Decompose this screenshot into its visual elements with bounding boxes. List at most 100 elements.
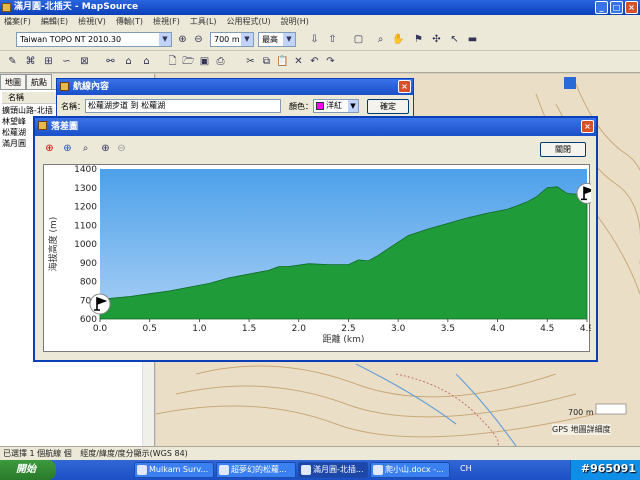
- mapsource-icon: [301, 465, 311, 475]
- toolbar-secondary: ✎ ⌘ ⊞ ∽ ⊠ ⚯ ⌂ ⌂ 🗋 🗁 ▣ ⎙ ✂ ⧉ 📋 ✕ ↶ ↷: [0, 51, 640, 73]
- profile-toolbar: ⊕ ⊕ ⌕ ⊕ ⊖: [41, 140, 141, 158]
- route-dialog-titlebar: 航線內容 ×: [57, 79, 413, 95]
- menu-help[interactable]: 說明(H): [281, 15, 309, 29]
- find-intersection-icon[interactable]: ⊞: [42, 55, 55, 68]
- home-route-icon[interactable]: ⌂: [140, 55, 153, 68]
- find-city-icon[interactable]: ∽: [60, 55, 73, 68]
- find-icon[interactable]: ✎: [6, 55, 19, 68]
- chevron-down-icon[interactable]: ▼: [159, 33, 171, 46]
- open-folder-icon[interactable]: 🗁: [182, 55, 195, 68]
- measure-icon[interactable]: ▬: [466, 33, 479, 46]
- send-to-device-icon[interactable]: ⇧: [326, 33, 339, 46]
- route-icon: [60, 82, 69, 91]
- delete-icon[interactable]: ✕: [292, 55, 305, 68]
- task-button[interactable]: Mulkam Surv...: [134, 462, 214, 478]
- browser-icon: [219, 465, 229, 475]
- zoom-in-icon[interactable]: ⊕: [176, 33, 189, 46]
- tab-waypoints[interactable]: 航點: [26, 74, 52, 89]
- tab-maps[interactable]: 地圖: [0, 74, 26, 89]
- y-tick-label: 1300: [74, 184, 97, 194]
- binoculars-icon[interactable]: ⚯: [104, 55, 117, 68]
- close-button[interactable]: ×: [625, 1, 638, 14]
- task-button[interactable]: 滿月圓-北插...: [298, 462, 368, 478]
- route-name-field[interactable]: 松蘿湖步道 到 松蘿湖: [85, 99, 281, 113]
- chevron-down-icon[interactable]: ▼: [241, 33, 253, 46]
- y-tick-label: 900: [80, 259, 97, 269]
- x-axis-label: 距離 (km): [323, 333, 365, 345]
- menu-utilities[interactable]: 公用程式(U): [227, 15, 271, 29]
- ok-button[interactable]: 確定: [367, 99, 409, 114]
- language-indicator[interactable]: CH: [460, 464, 472, 473]
- menu-transfer[interactable]: 傳輸(T): [116, 15, 143, 29]
- home-icon[interactable]: ⌂: [122, 55, 135, 68]
- x-tick-label: 2.0: [292, 324, 307, 334]
- map-product-select[interactable]: Taiwan TOPO NT 2010.30 ▼: [16, 32, 172, 47]
- hand-icon[interactable]: ✋: [392, 33, 405, 46]
- chevron-down-icon[interactable]: ▼: [283, 33, 295, 46]
- find-place-icon[interactable]: ⊠: [78, 55, 91, 68]
- route-name-value: 松蘿湖步道 到 松蘿湖: [88, 101, 166, 110]
- menu-view[interactable]: 檢視(V): [78, 15, 106, 29]
- x-tick-label: 1.5: [242, 324, 256, 334]
- menu-edit[interactable]: 編輯(E): [41, 15, 68, 29]
- undo-icon[interactable]: ↶: [308, 55, 321, 68]
- close-button[interactable]: 關閉: [540, 142, 586, 157]
- profile-dialog: 落差圖 × ⊕ ⊕ ⌕ ⊕ ⊖ 關閉 600 700 800 900 1000 1100 1…: [33, 116, 598, 362]
- route-dialog-title: 航線內容: [73, 82, 110, 92]
- task-label: 超夢幻的松蘿...: [231, 465, 287, 474]
- start-button[interactable]: 開始: [0, 460, 56, 480]
- task-button[interactable]: 超夢幻的松蘿...: [216, 462, 296, 478]
- map-product-value: Taiwan TOPO NT 2010.30: [20, 35, 122, 44]
- x-tick-label: 0.0: [93, 324, 108, 334]
- detail-select[interactable]: 最高 ▼: [258, 32, 296, 47]
- close-icon[interactable]: ×: [581, 120, 594, 133]
- task-label: Mulkam Surv...: [149, 465, 209, 474]
- status-bar: 已選擇 1 個航線 個 經度/緯度/度分顯示(WGS 84): [0, 446, 640, 460]
- zoom-select[interactable]: 700 m ▼: [210, 32, 254, 47]
- word-icon: [373, 465, 383, 475]
- x-tick-label: 3.5: [441, 324, 455, 334]
- x-tick-label: 4.9: [580, 324, 591, 334]
- y-tick-label: 1200: [74, 203, 97, 213]
- find-address-icon[interactable]: ⌘: [24, 55, 37, 68]
- app-titlebar: 滿月圓-北插天 - MapSource _ □ ×: [0, 0, 640, 15]
- maximize-button[interactable]: □: [610, 1, 623, 14]
- app-icon: [2, 3, 11, 12]
- save-icon[interactable]: ▣: [198, 55, 211, 68]
- minimize-button[interactable]: _: [595, 1, 608, 14]
- crosshair-blue-icon[interactable]: ⊕: [61, 142, 74, 155]
- new-file-icon[interactable]: 🗋: [166, 55, 179, 68]
- app-icon: [137, 465, 147, 475]
- paste-icon[interactable]: 📋: [276, 55, 289, 68]
- zoom-region-icon[interactable]: ⌕: [79, 142, 92, 155]
- zoom-out-icon[interactable]: ⊖: [115, 142, 128, 155]
- select-arrow-icon[interactable]: ↖: [448, 33, 461, 46]
- redo-icon[interactable]: ↷: [324, 55, 337, 68]
- zoom-in-icon[interactable]: ⊕: [99, 142, 112, 155]
- menu-view2[interactable]: 檢視(F): [153, 15, 180, 29]
- y-tick-label: 800: [80, 278, 97, 288]
- select-map-icon[interactable]: ▢: [352, 33, 365, 46]
- menu-file[interactable]: 檔案(F): [4, 15, 31, 29]
- print-icon[interactable]: ⎙: [214, 55, 227, 68]
- route-tool-icon[interactable]: ✣: [430, 33, 443, 46]
- watermark: #965091: [580, 462, 636, 475]
- crosshair-red-icon[interactable]: ⊕: [43, 142, 56, 155]
- cut-icon[interactable]: ✂: [244, 55, 257, 68]
- close-icon[interactable]: ×: [398, 80, 411, 93]
- chevron-down-icon[interactable]: ▼: [348, 100, 358, 112]
- status-coords: 經度/緯度/度分顯示(WGS 84): [80, 449, 188, 458]
- task-button[interactable]: 爬小山.docx -...: [370, 462, 450, 478]
- profile-plot-frame: 600 700 800 900 1000 1100 1200 1300 1400 0.0 0.5 1.…: [43, 164, 598, 353]
- profile-dialog-title: 落差圖: [51, 122, 79, 132]
- zoom-out-icon[interactable]: ⊖: [192, 33, 205, 46]
- elevation-chart[interactable]: 600700800900100011001200130014000.0 0.5 1.…: [44, 165, 598, 353]
- menu-tools[interactable]: 工具(L): [190, 15, 217, 29]
- y-tick-label: 1100: [74, 221, 97, 231]
- copy-icon[interactable]: ⧉: [260, 55, 273, 68]
- waypoint-flag-icon[interactable]: ⚑: [412, 33, 425, 46]
- zoom-tool-icon[interactable]: ⌕: [374, 33, 387, 46]
- color-select[interactable]: 洋紅 ▼: [313, 99, 359, 113]
- y-tick-label: 1000: [74, 240, 97, 250]
- receive-from-device-icon[interactable]: ⇩: [308, 33, 321, 46]
